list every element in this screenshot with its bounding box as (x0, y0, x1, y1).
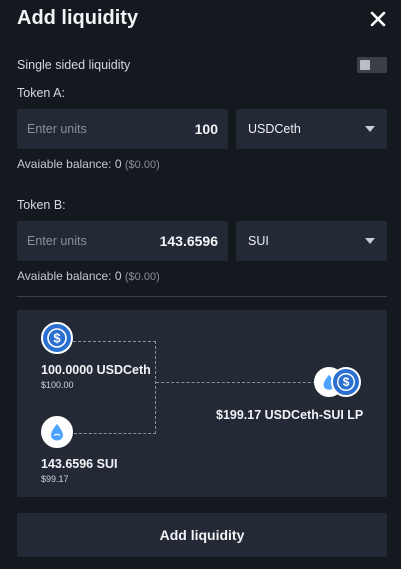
single-sided-toggle[interactable] (357, 57, 387, 73)
token-b-placeholder: Enter units (27, 234, 87, 248)
preview-a-amount: 100.0000 USDCeth (41, 363, 151, 377)
sui-icon (41, 416, 73, 448)
connector-b (74, 433, 156, 434)
token-a-balance: Avaiable balance: 0 ($0.00) (17, 157, 160, 171)
token-b-balance-label: Avaiable balance: 0 (17, 269, 122, 283)
token-b-amount-input[interactable]: Enter units 143.6596 (17, 221, 228, 261)
connector-lp (156, 382, 321, 383)
token-b-select[interactable]: SUI (236, 221, 387, 261)
token-a-amount: 100 (194, 121, 218, 137)
lp-usdc-icon: $ (331, 367, 361, 397)
usdc-icon: $ (41, 322, 73, 354)
token-b-selected: SUI (248, 234, 269, 248)
preview-a-usd: $100.00 (41, 380, 74, 390)
token-a-amount-input[interactable]: Enter units 100 (17, 109, 228, 149)
chevron-down-icon (365, 238, 375, 244)
close-icon[interactable] (369, 10, 387, 28)
chevron-down-icon (365, 126, 375, 132)
token-a-selected: USDCeth (248, 122, 301, 136)
token-b-label: Token B: (17, 198, 66, 212)
divider (17, 296, 387, 297)
token-b-balance-usd: ($0.00) (124, 271, 160, 283)
svg-text:$: $ (343, 375, 350, 389)
token-a-balance-usd: ($0.00) (124, 159, 160, 171)
token-b-balance: Avaiable balance: 0 ($0.00) (17, 269, 160, 283)
liquidity-preview: $ 100.0000 USDCeth $100.00 143.6596 SUI … (17, 310, 387, 497)
token-a-select[interactable]: USDCeth (236, 109, 387, 149)
single-sided-label: Single sided liquidity (17, 58, 131, 72)
toggle-knob (360, 60, 370, 70)
token-a-balance-label: Avaiable balance: 0 (17, 157, 122, 171)
add-liquidity-button[interactable]: Add liquidity (17, 513, 387, 557)
token-a-placeholder: Enter units (27, 122, 87, 136)
connector-vertical (155, 341, 156, 434)
preview-b-usd: $99.17 (41, 474, 69, 484)
token-b-amount: 143.6596 (159, 233, 218, 249)
preview-lp-label: $199.17 USDCeth-SUI LP (216, 408, 364, 422)
svg-text:$: $ (53, 331, 61, 346)
page-title: Add liquidity (17, 7, 139, 29)
preview-b-amount: 143.6596 SUI (41, 457, 118, 471)
token-a-label: Token A: (17, 86, 65, 100)
